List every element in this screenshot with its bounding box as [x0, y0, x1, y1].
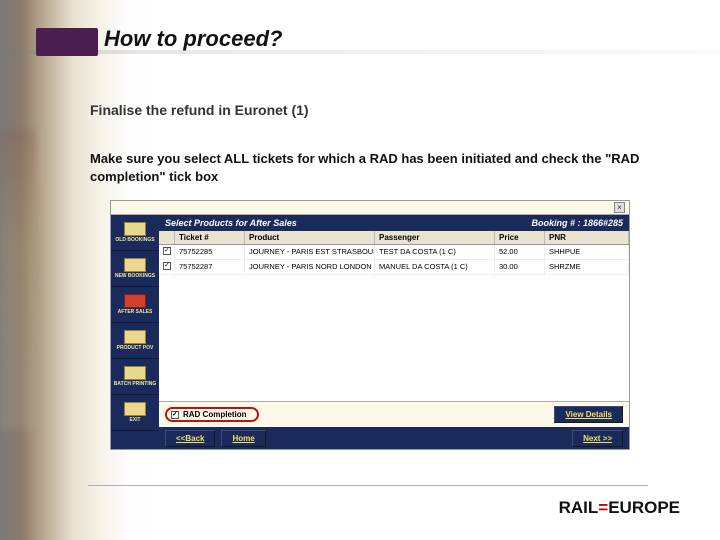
table-row[interactable]: 75752285 JOURNEY - PARIS EST STRASBOURG … [159, 245, 629, 260]
footer-panel: RAD Completion View Details [159, 401, 629, 427]
view-details-button[interactable]: View Details [554, 406, 623, 423]
row-checkbox[interactable] [163, 247, 171, 255]
col-product: Product [245, 231, 375, 244]
col-passenger: Passenger [375, 231, 495, 244]
table-header: Ticket # Product Passenger Price PNR [159, 231, 629, 245]
sidebar-item-new-bookings[interactable]: NEW BOOKINGS [111, 251, 159, 287]
slide-subtitle: Finalise the refund in Euronet (1) [90, 102, 309, 118]
window-titlebar: × [111, 201, 629, 215]
sidebar-item-exit[interactable]: EXIT [111, 395, 159, 431]
col-ticket: Ticket # [175, 231, 245, 244]
next-button[interactable]: Next >> [572, 430, 623, 447]
background-motion-blur [0, 130, 36, 430]
slide-title: How to proceed? [104, 26, 282, 52]
col-price: Price [495, 231, 545, 244]
sidebar-item-old-bookings[interactable]: OLD BOOKINGS [111, 215, 159, 251]
rail-europe-logo: RAIL=EUROPE [559, 498, 680, 518]
section-header: Select Products for After Sales Booking … [159, 215, 629, 231]
after-sales-icon [124, 294, 146, 308]
section-header-label: Select Products for After Sales [165, 218, 297, 228]
exit-icon [124, 402, 146, 416]
table-body: 75752285 JOURNEY - PARIS EST STRASBOURG … [159, 245, 629, 401]
envelope-icon [124, 258, 146, 272]
back-button[interactable]: <<Back [165, 430, 215, 447]
rad-completion-highlight: RAD Completion [165, 407, 259, 422]
row-checkbox[interactable] [163, 262, 171, 270]
info-icon [124, 330, 146, 344]
rad-completion-label: RAD Completion [183, 410, 247, 419]
euronet-screenshot: × OLD BOOKINGS NEW BOOKINGS AFTER SALES … [110, 200, 630, 450]
table-row[interactable]: 75752287 JOURNEY - PARIS NORD LONDON ST … [159, 260, 629, 275]
rad-completion-checkbox[interactable] [171, 411, 179, 419]
instruction-text: Make sure you select ALL tickets for whi… [90, 150, 642, 185]
sidebar-item-batch-printing[interactable]: BATCH PRINTING [111, 359, 159, 395]
printer-icon [124, 366, 146, 380]
sidebar-item-product-pov[interactable]: PRODUCT POV [111, 323, 159, 359]
home-button[interactable]: Home [221, 430, 265, 447]
footer-divider [88, 485, 648, 486]
euronet-main-area: Select Products for After Sales Booking … [159, 215, 629, 449]
booking-number-label: Booking # : 1866#285 [531, 218, 623, 228]
title-accent-block [36, 28, 98, 56]
sidebar-item-after-sales[interactable]: AFTER SALES [111, 287, 159, 323]
euronet-sidebar: OLD BOOKINGS NEW BOOKINGS AFTER SALES PR… [111, 215, 159, 449]
col-pnr: PNR [545, 231, 629, 244]
bottom-nav-bar: <<Back Home Next >> [159, 427, 629, 449]
envelope-icon [124, 222, 146, 236]
close-icon[interactable]: × [614, 202, 625, 213]
